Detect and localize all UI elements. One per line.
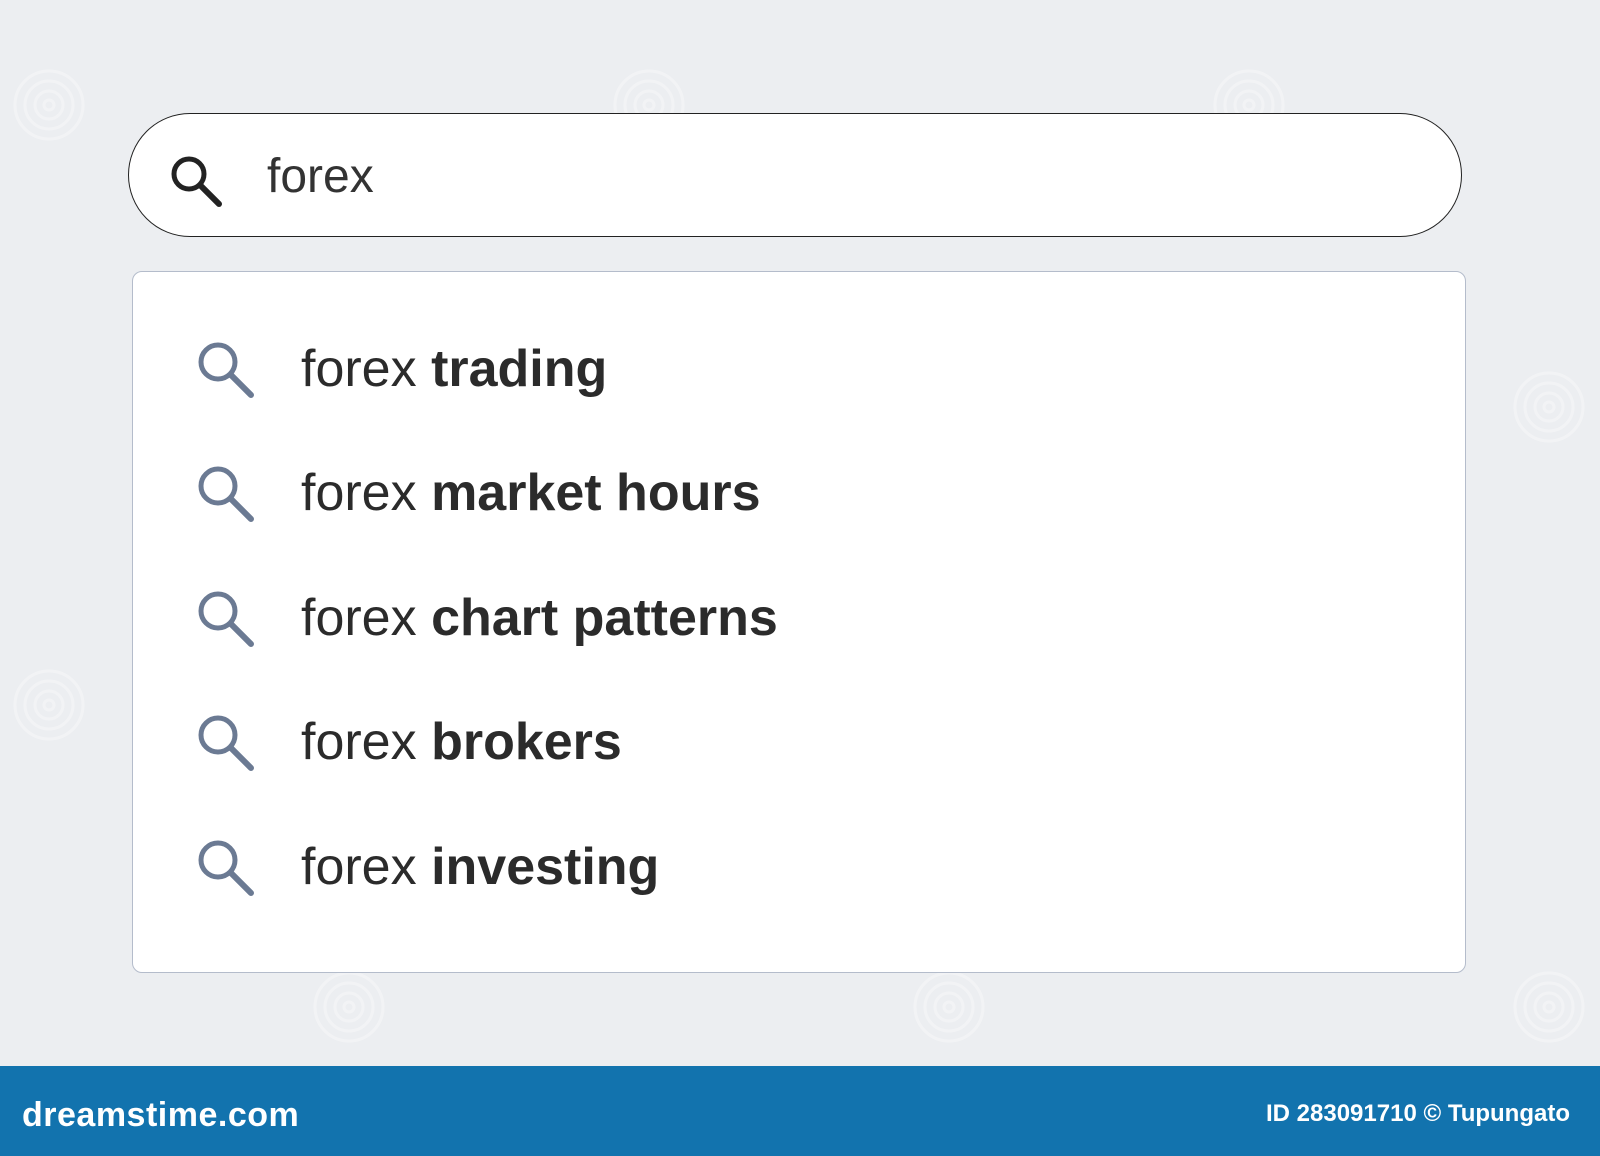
watermark-swirl-icon: [1513, 971, 1585, 1043]
watermark-swirl-icon: [913, 971, 985, 1043]
watermark-swirl-icon: [1513, 371, 1585, 443]
suggestion-query-text: forex: [301, 340, 432, 398]
search-icon: [198, 591, 254, 647]
watermark-swirl-icon: [13, 69, 85, 141]
search-icon: [198, 715, 254, 771]
suggestions-dropdown: forex trading forex market hours forex c…: [132, 271, 1466, 973]
search-icon: [198, 466, 254, 522]
suggestion-completion-text: market hours: [431, 464, 761, 522]
suggestion-item[interactable]: forex investing: [133, 812, 1465, 922]
suggestion-query-text: forex: [301, 464, 432, 522]
suggestion-item[interactable]: forex market hours: [133, 438, 1465, 548]
suggestion-completion-text: chart patterns: [431, 589, 778, 647]
search-icon[interactable]: [165, 150, 225, 210]
suggestion-text: forex chart patterns: [301, 590, 778, 646]
suggestion-item[interactable]: forex chart patterns: [133, 563, 1465, 673]
suggestion-completion-text: investing: [431, 838, 660, 896]
suggestion-text: forex investing: [301, 839, 659, 895]
brand-logo-text: dreamstime.com: [22, 1096, 300, 1134]
suggestion-completion-text: brokers: [431, 713, 622, 771]
suggestion-text: forex brokers: [301, 714, 622, 770]
watermark-swirl-icon: [13, 669, 85, 741]
search-bar[interactable]: [128, 113, 1462, 237]
suggestion-item[interactable]: forex trading: [133, 314, 1465, 424]
search-input[interactable]: [267, 136, 1417, 216]
suggestion-text: forex market hours: [301, 465, 761, 521]
search-icon: [198, 840, 254, 896]
search-icon: [198, 342, 254, 398]
image-credit: ID 283091710 © Tupungato: [1266, 1100, 1570, 1127]
suggestion-item[interactable]: forex brokers: [133, 687, 1465, 797]
suggestion-text: forex trading: [301, 341, 607, 397]
suggestion-query-text: forex: [301, 838, 432, 896]
suggestion-query-text: forex: [301, 589, 432, 647]
suggestion-completion-text: trading: [431, 340, 608, 398]
suggestion-query-text: forex: [301, 713, 432, 771]
footer-bar: dreamstime.com ID 283091710 © Tupungato: [0, 1066, 1600, 1156]
watermark-swirl-icon: [313, 971, 385, 1043]
